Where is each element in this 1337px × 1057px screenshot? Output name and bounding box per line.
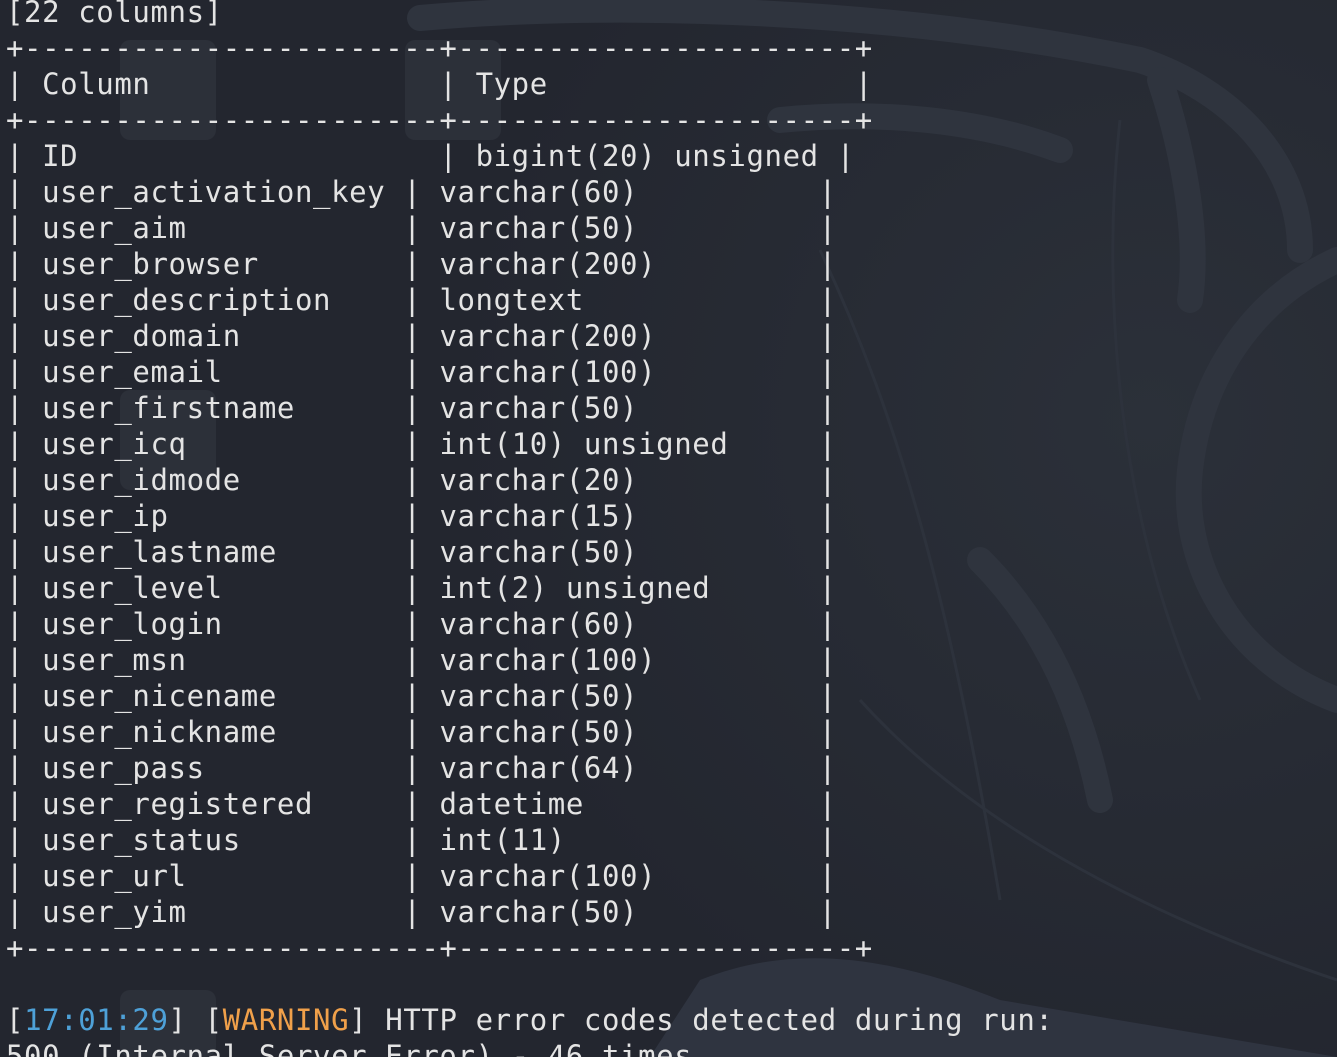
- log-timestamp: 17:01:29: [24, 1003, 169, 1037]
- cell-column: user_pass: [42, 751, 205, 785]
- log-warning-line: [17:01:29] [WARNING] HTTP error codes de…: [6, 1003, 1054, 1037]
- table-row: | ID | bigint(20) unsigned |: [6, 139, 855, 173]
- column-count-line: [22 columns]: [6, 0, 223, 29]
- log-message: HTTP error codes detected during run:: [367, 1003, 1054, 1037]
- table-row: | user_description | longtext |: [6, 283, 837, 317]
- cell-column: user_aim: [42, 211, 187, 245]
- cell-column: user_nicename: [42, 679, 277, 713]
- cell-column: user_nickname: [42, 715, 277, 749]
- cell-column: user_activation_key: [42, 175, 386, 209]
- cell-column: user_ip: [42, 499, 169, 533]
- cell-type: varchar(50): [439, 895, 639, 929]
- cell-type: int(2) unsigned: [439, 571, 711, 605]
- cell-column: user_description: [42, 283, 332, 317]
- table-row: | user_ip | varchar(15) |: [6, 499, 837, 533]
- table-row: | user_idmode | varchar(20) |: [6, 463, 837, 497]
- cell-type: varchar(50): [439, 535, 639, 569]
- cell-type: datetime: [439, 787, 584, 821]
- table-row: | user_url | varchar(100) |: [6, 859, 837, 893]
- cell-column: user_icq: [42, 427, 187, 461]
- table-row: | user_activation_key | varchar(60) |: [6, 175, 837, 209]
- table-row: | user_email | varchar(100) |: [6, 355, 837, 389]
- cell-column: user_idmode: [42, 463, 241, 497]
- table-row: | user_pass | varchar(64) |: [6, 751, 837, 785]
- table-row: | user_login | varchar(60) |: [6, 607, 837, 641]
- cell-type: varchar(100): [439, 643, 657, 677]
- cell-type: varchar(60): [439, 175, 639, 209]
- cell-type: varchar(100): [439, 859, 657, 893]
- cell-type: varchar(200): [439, 247, 657, 281]
- cell-type: varchar(50): [439, 211, 639, 245]
- cell-column: user_firstname: [42, 391, 295, 425]
- log-continuation-line: 500 (Internal Server Error) - 46 times: [6, 1039, 693, 1057]
- cell-type: varchar(50): [439, 679, 639, 713]
- cell-type: longtext: [439, 283, 584, 317]
- cell-column: user_registered: [42, 787, 314, 821]
- cell-column: user_browser: [42, 247, 259, 281]
- cell-column: user_domain: [42, 319, 241, 353]
- table-header-row: | Column | Type |: [6, 67, 873, 101]
- cell-column: user_lastname: [42, 535, 277, 569]
- cell-type: varchar(50): [439, 715, 639, 749]
- cell-column: user_email: [42, 355, 223, 389]
- header-type: Type: [475, 67, 548, 101]
- cell-type: varchar(200): [439, 319, 657, 353]
- cell-type: int(10) unsigned: [439, 427, 729, 461]
- table-row: | user_aim | varchar(50) |: [6, 211, 837, 245]
- table-row: | user_nicename | varchar(50) |: [6, 679, 837, 713]
- table-row: | user_firstname | varchar(50) |: [6, 391, 837, 425]
- cell-type: bigint(20) unsigned: [475, 139, 819, 173]
- terminal-output: [22 columns] +-----------------------+--…: [0, 0, 1337, 1057]
- table-border-header: +-----------------------+---------------…: [6, 103, 873, 137]
- cell-column: user_level: [42, 571, 223, 605]
- cell-column: user_msn: [42, 643, 187, 677]
- table-row: | user_yim | varchar(50) |: [6, 895, 837, 929]
- cell-column: ID: [42, 139, 79, 173]
- table-row: | user_browser | varchar(200) |: [6, 247, 837, 281]
- cell-type: varchar(60): [439, 607, 639, 641]
- cell-type: varchar(64): [439, 751, 639, 785]
- table-row: | user_status | int(11) |: [6, 823, 837, 857]
- cell-column: user_login: [42, 607, 223, 641]
- table-border-bottom: +-----------------------+---------------…: [6, 931, 873, 965]
- table-border-top: +-----------------------+---------------…: [6, 31, 873, 65]
- cell-type: varchar(15): [439, 499, 639, 533]
- cell-type: varchar(20): [439, 463, 639, 497]
- table-row: | user_registered | datetime |: [6, 787, 837, 821]
- table-row: | user_icq | int(10) unsigned |: [6, 427, 837, 461]
- log-level: WARNING: [222, 1003, 350, 1037]
- table-row: | user_level | int(2) unsigned |: [6, 571, 837, 605]
- cell-column: user_status: [42, 823, 241, 857]
- cell-type: varchar(50): [439, 391, 639, 425]
- cell-column: user_url: [42, 859, 187, 893]
- table-row: | user_lastname | varchar(50) |: [6, 535, 837, 569]
- table-row: | user_msn | varchar(100) |: [6, 643, 837, 677]
- cell-type: varchar(100): [439, 355, 657, 389]
- table-row: | user_nickname | varchar(50) |: [6, 715, 837, 749]
- header-column: Column: [42, 67, 151, 101]
- cell-column: user_yim: [42, 895, 187, 929]
- cell-type: int(11): [439, 823, 566, 857]
- table-row: | user_domain | varchar(200) |: [6, 319, 837, 353]
